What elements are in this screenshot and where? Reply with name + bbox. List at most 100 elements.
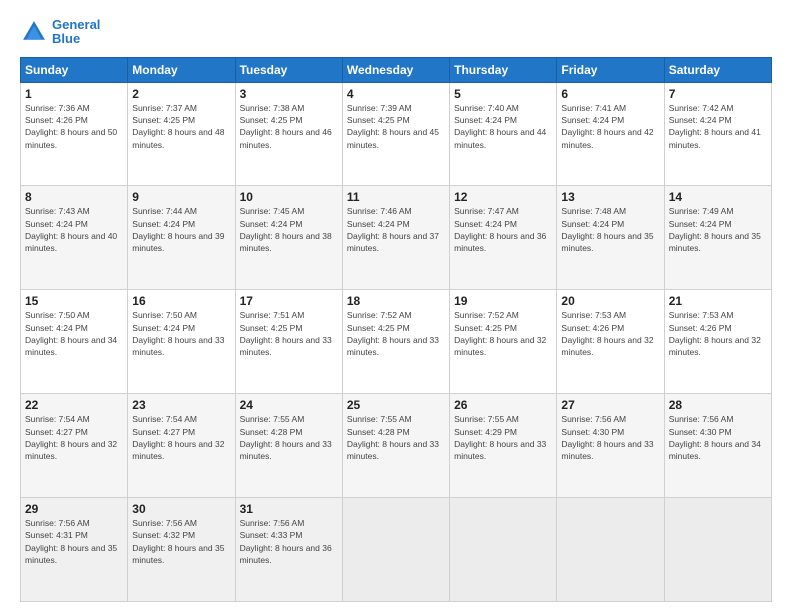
day-detail: Sunrise: 7:39 AMSunset: 4:25 PMDaylight:… [347,102,445,151]
calendar-cell: 22 Sunrise: 7:54 AMSunset: 4:27 PMDaylig… [21,394,128,498]
day-detail: Sunrise: 7:49 AMSunset: 4:24 PMDaylight:… [669,205,767,254]
day-header-saturday: Saturday [664,57,771,82]
day-number: 16 [132,294,230,308]
day-detail: Sunrise: 7:52 AMSunset: 4:25 PMDaylight:… [454,309,552,358]
day-detail: Sunrise: 7:40 AMSunset: 4:24 PMDaylight:… [454,102,552,151]
header: General Blue [20,18,772,47]
day-number: 9 [132,190,230,204]
calendar-cell: 18 Sunrise: 7:52 AMSunset: 4:25 PMDaylig… [342,290,449,394]
calendar-week-row: 1 Sunrise: 7:36 AMSunset: 4:26 PMDayligh… [21,82,772,186]
day-number: 26 [454,398,552,412]
calendar-cell [342,498,449,602]
calendar-cell: 15 Sunrise: 7:50 AMSunset: 4:24 PMDaylig… [21,290,128,394]
calendar-cell: 2 Sunrise: 7:37 AMSunset: 4:25 PMDayligh… [128,82,235,186]
calendar-cell: 9 Sunrise: 7:44 AMSunset: 4:24 PMDayligh… [128,186,235,290]
day-number: 7 [669,87,767,101]
day-number: 23 [132,398,230,412]
day-header-sunday: Sunday [21,57,128,82]
calendar-cell: 3 Sunrise: 7:38 AMSunset: 4:25 PMDayligh… [235,82,342,186]
day-number: 21 [669,294,767,308]
calendar-cell: 8 Sunrise: 7:43 AMSunset: 4:24 PMDayligh… [21,186,128,290]
day-number: 15 [25,294,123,308]
day-detail: Sunrise: 7:47 AMSunset: 4:24 PMDaylight:… [454,205,552,254]
day-detail: Sunrise: 7:37 AMSunset: 4:25 PMDaylight:… [132,102,230,151]
day-detail: Sunrise: 7:45 AMSunset: 4:24 PMDaylight:… [240,205,338,254]
calendar-week-row: 15 Sunrise: 7:50 AMSunset: 4:24 PMDaylig… [21,290,772,394]
day-detail: Sunrise: 7:50 AMSunset: 4:24 PMDaylight:… [25,309,123,358]
day-number: 6 [561,87,659,101]
calendar-week-row: 29 Sunrise: 7:56 AMSunset: 4:31 PMDaylig… [21,498,772,602]
day-header-monday: Monday [128,57,235,82]
day-number: 8 [25,190,123,204]
day-header-friday: Friday [557,57,664,82]
day-detail: Sunrise: 7:51 AMSunset: 4:25 PMDaylight:… [240,309,338,358]
calendar-cell: 4 Sunrise: 7:39 AMSunset: 4:25 PMDayligh… [342,82,449,186]
day-number: 11 [347,190,445,204]
day-number: 30 [132,502,230,516]
calendar-table: SundayMondayTuesdayWednesdayThursdayFrid… [20,57,772,602]
day-number: 29 [25,502,123,516]
calendar-cell [450,498,557,602]
day-detail: Sunrise: 7:50 AMSunset: 4:24 PMDaylight:… [132,309,230,358]
day-number: 25 [347,398,445,412]
page: General Blue SundayMondayTuesdayWednesda… [0,0,792,612]
day-number: 20 [561,294,659,308]
calendar-cell: 21 Sunrise: 7:53 AMSunset: 4:26 PMDaylig… [664,290,771,394]
calendar-cell: 7 Sunrise: 7:42 AMSunset: 4:24 PMDayligh… [664,82,771,186]
calendar-header-row: SundayMondayTuesdayWednesdayThursdayFrid… [21,57,772,82]
day-detail: Sunrise: 7:55 AMSunset: 4:29 PMDaylight:… [454,413,552,462]
calendar-cell: 16 Sunrise: 7:50 AMSunset: 4:24 PMDaylig… [128,290,235,394]
calendar-cell: 6 Sunrise: 7:41 AMSunset: 4:24 PMDayligh… [557,82,664,186]
day-detail: Sunrise: 7:36 AMSunset: 4:26 PMDaylight:… [25,102,123,151]
calendar-cell: 31 Sunrise: 7:56 AMSunset: 4:33 PMDaylig… [235,498,342,602]
logo-text: General Blue [52,18,100,47]
day-detail: Sunrise: 7:56 AMSunset: 4:30 PMDaylight:… [669,413,767,462]
day-number: 31 [240,502,338,516]
day-header-thursday: Thursday [450,57,557,82]
day-detail: Sunrise: 7:43 AMSunset: 4:24 PMDaylight:… [25,205,123,254]
day-detail: Sunrise: 7:55 AMSunset: 4:28 PMDaylight:… [240,413,338,462]
day-number: 1 [25,87,123,101]
calendar-cell: 17 Sunrise: 7:51 AMSunset: 4:25 PMDaylig… [235,290,342,394]
day-detail: Sunrise: 7:41 AMSunset: 4:24 PMDaylight:… [561,102,659,151]
day-number: 2 [132,87,230,101]
calendar-cell: 13 Sunrise: 7:48 AMSunset: 4:24 PMDaylig… [557,186,664,290]
day-detail: Sunrise: 7:48 AMSunset: 4:24 PMDaylight:… [561,205,659,254]
day-detail: Sunrise: 7:42 AMSunset: 4:24 PMDaylight:… [669,102,767,151]
day-detail: Sunrise: 7:53 AMSunset: 4:26 PMDaylight:… [669,309,767,358]
day-number: 5 [454,87,552,101]
calendar-cell [557,498,664,602]
logo: General Blue [20,18,100,47]
day-number: 18 [347,294,445,308]
calendar-cell [664,498,771,602]
calendar-cell: 24 Sunrise: 7:55 AMSunset: 4:28 PMDaylig… [235,394,342,498]
calendar-week-row: 8 Sunrise: 7:43 AMSunset: 4:24 PMDayligh… [21,186,772,290]
calendar-cell: 5 Sunrise: 7:40 AMSunset: 4:24 PMDayligh… [450,82,557,186]
calendar-cell: 27 Sunrise: 7:56 AMSunset: 4:30 PMDaylig… [557,394,664,498]
calendar-cell: 20 Sunrise: 7:53 AMSunset: 4:26 PMDaylig… [557,290,664,394]
day-detail: Sunrise: 7:54 AMSunset: 4:27 PMDaylight:… [25,413,123,462]
day-number: 3 [240,87,338,101]
calendar-cell: 1 Sunrise: 7:36 AMSunset: 4:26 PMDayligh… [21,82,128,186]
calendar-cell: 29 Sunrise: 7:56 AMSunset: 4:31 PMDaylig… [21,498,128,602]
calendar-week-row: 22 Sunrise: 7:54 AMSunset: 4:27 PMDaylig… [21,394,772,498]
day-number: 4 [347,87,445,101]
day-detail: Sunrise: 7:56 AMSunset: 4:32 PMDaylight:… [132,517,230,566]
day-number: 24 [240,398,338,412]
day-detail: Sunrise: 7:56 AMSunset: 4:33 PMDaylight:… [240,517,338,566]
day-detail: Sunrise: 7:53 AMSunset: 4:26 PMDaylight:… [561,309,659,358]
day-header-tuesday: Tuesday [235,57,342,82]
calendar-cell: 19 Sunrise: 7:52 AMSunset: 4:25 PMDaylig… [450,290,557,394]
day-number: 27 [561,398,659,412]
day-number: 22 [25,398,123,412]
day-detail: Sunrise: 7:55 AMSunset: 4:28 PMDaylight:… [347,413,445,462]
calendar-cell: 12 Sunrise: 7:47 AMSunset: 4:24 PMDaylig… [450,186,557,290]
day-number: 10 [240,190,338,204]
day-detail: Sunrise: 7:54 AMSunset: 4:27 PMDaylight:… [132,413,230,462]
day-detail: Sunrise: 7:56 AMSunset: 4:31 PMDaylight:… [25,517,123,566]
calendar-cell: 11 Sunrise: 7:46 AMSunset: 4:24 PMDaylig… [342,186,449,290]
calendar-cell: 26 Sunrise: 7:55 AMSunset: 4:29 PMDaylig… [450,394,557,498]
day-header-wednesday: Wednesday [342,57,449,82]
calendar-cell: 25 Sunrise: 7:55 AMSunset: 4:28 PMDaylig… [342,394,449,498]
logo-icon [20,18,48,46]
